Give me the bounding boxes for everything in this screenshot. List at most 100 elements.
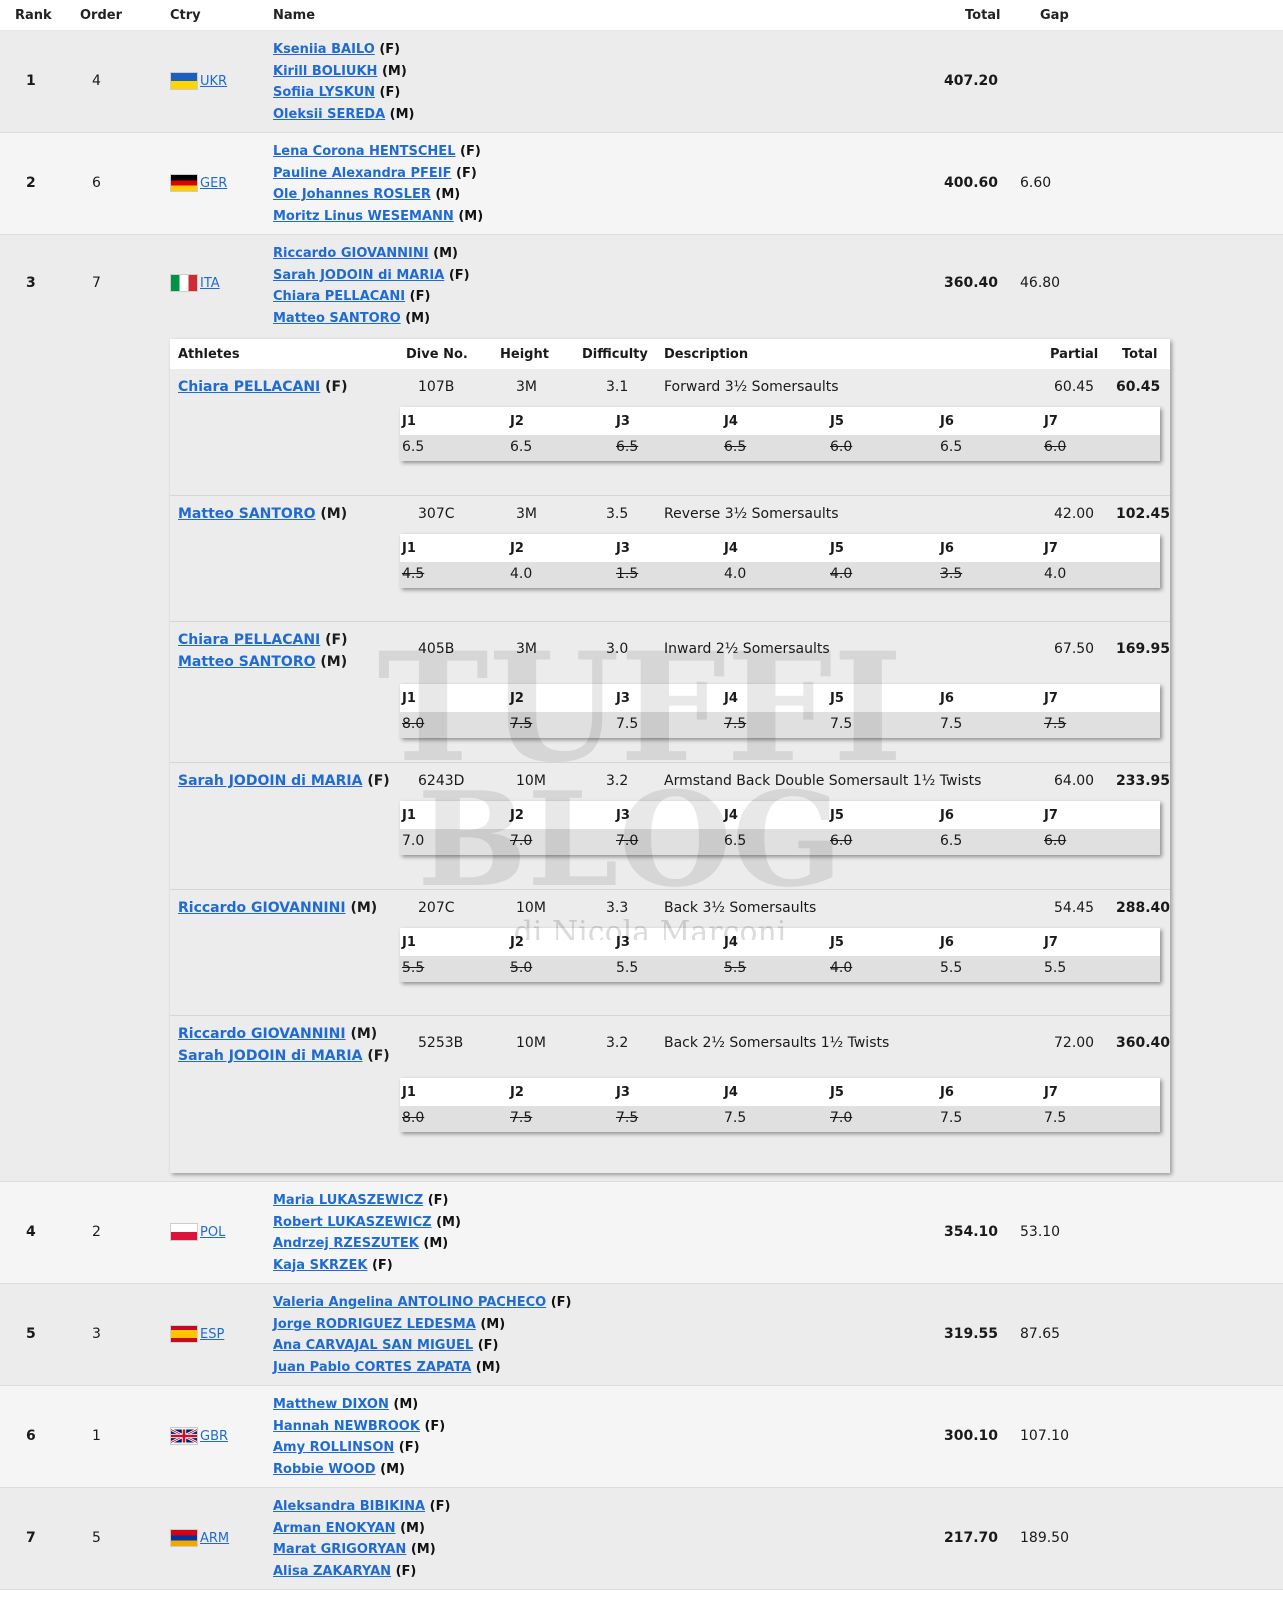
header-total: Total [965,8,1001,23]
athlete-gender: (M) [435,187,461,202]
athlete-link[interactable]: Chiara PELLACANI [178,632,320,648]
judge-label: J5 [830,691,844,706]
dive-detail-panel: Athletes Dive No. Height Difficulty Descript… [170,339,1170,1173]
country-link[interactable]: POL [200,1225,225,1240]
dive-difficulty: 3.5 [606,506,629,522]
total-value: 407.20 [943,73,998,89]
header-order: Order [80,8,122,23]
team-row[interactable]: 1 4 UKR Kseniia BAILO (F) Kirill BOLIUKH (M)… [0,31,1283,133]
athlete-gender: (M) [400,1520,425,1536]
athlete-link[interactable]: Kaja SKRZEK [273,1258,367,1273]
order-value: 7 [92,275,101,291]
athlete-link[interactable]: Matteo SANTORO [178,506,316,522]
athlete-link[interactable]: Matthew DIXON [273,1397,389,1412]
athlete-link[interactable]: Pauline Alexandra PFEIF [273,166,451,181]
dive-number: 6243D [418,773,465,789]
athlete-link[interactable]: Arman ENOKYAN [273,1521,396,1536]
athlete-link[interactable]: Amy ROLLINSON [273,1440,394,1455]
country-link[interactable]: UKR [200,74,227,89]
athlete-link[interactable]: Chiara PELLACANI [273,289,405,304]
dive-partial: 67.50 [1054,641,1095,657]
athlete-link[interactable]: Chiara PELLACANI [178,379,320,395]
detail-header-partial: Partial [1050,347,1099,362]
judge-label: J3 [616,541,630,556]
dive-row: Chiara PELLACANI (F) 107B 3M 3.1 Forward 3½ … [170,369,1170,496]
country-link[interactable]: ITA [200,276,220,291]
athlete-link[interactable]: Valeria Angelina ANTOLINO PACHECO [273,1295,546,1310]
athlete-link[interactable]: Matteo SANTORO [178,654,316,670]
athlete-link[interactable]: Matteo SANTORO [273,311,401,326]
athlete-gender: (M) [405,310,431,326]
dive-detail-header: Athletes Dive No. Height Difficulty Descript… [170,339,1170,369]
judge-score: 6.0 [1044,439,1067,455]
country-link[interactable]: ARM [200,1531,229,1546]
athlete-gender: (F) [460,144,481,159]
athlete-entry: Ole Johannes ROSLER (M) [273,184,483,206]
judge-scores: J1 5.5 J2 5.0 J3 5.5 J4 5.5 J5 4.0 J6 5.5 J7 5.5 [400,928,1160,982]
athlete-link[interactable]: Alisa ZAKARYAN [273,1564,391,1579]
country-link[interactable]: ESP [200,1327,224,1342]
athlete-link[interactable]: Andrzej RZESZUTEK [273,1236,419,1251]
team-row[interactable]: 5 3 ESP Valeria Angelina ANTOLINO PACHECO (… [0,1284,1283,1386]
athlete-link[interactable]: Sarah JODOIN di MARIA [273,268,444,283]
athlete-link[interactable]: Sarah JODOIN di MARIA [178,773,362,789]
country-link[interactable]: GBR [200,1429,228,1444]
athlete-entry: Chiara PELLACANI (F) [178,377,348,399]
judge-label: J3 [616,414,630,429]
athlete-link[interactable]: Jorge RODRIGUEZ LEDESMA [273,1317,476,1332]
athlete-link[interactable]: Robert LUKASZEWICZ [273,1215,432,1230]
judge-score: 6.5 [402,439,425,455]
detail-header-athletes: Athletes [178,347,240,362]
athlete-link[interactable]: Lena Corona HENTSCHEL [273,144,455,159]
judge-score: 5.5 [402,960,425,976]
team-row[interactable]: 7 5 ARM Aleksandra BIBIKINA (F) Arman ENOKYA… [0,1488,1283,1590]
judge-score: 4.5 [402,566,425,582]
athlete-gender: (M) [436,1214,461,1230]
dive-row: Chiara PELLACANI (F) Matteo SANTORO (M) 40… [170,622,1170,763]
athlete-link[interactable]: Riccardo GIOVANNINI [273,246,429,261]
team-athletes: Riccardo GIOVANNINI (M) Sarah JODOIN di M… [273,243,470,329]
athlete-link[interactable]: Juan Pablo CORTES ZAPATA [273,1360,471,1375]
athlete-gender: (F) [427,1193,449,1208]
judge-score: 6.5 [940,439,963,455]
judge-scores: J1 6.5 J2 6.5 J3 6.5 J4 6.5 J5 6.0 J6 6.5 J7 6.0 [400,407,1160,461]
total-value: 400.60 [943,175,998,191]
judge-score: 4.0 [830,566,853,582]
athlete-link[interactable]: Kirill BOLIUKH [273,64,377,79]
dive-number: 405B [418,641,455,657]
athlete-link[interactable]: Robbie WOOD [273,1462,376,1477]
country-cell: ITA [170,274,220,292]
athlete-link[interactable]: Kseniia BAILO [273,42,375,57]
order-value: 4 [92,73,101,89]
athlete-link[interactable]: Riccardo GIOVANNINI [178,900,346,916]
judge-score: 7.0 [616,833,639,849]
athlete-entry: Robbie WOOD (M) [273,1459,445,1481]
athlete-entry: Andrzej RZESZUTEK (M) [273,1233,461,1255]
country-link[interactable]: GER [200,176,227,191]
dive-row: Riccardo GIOVANNINI (M) Sarah JODOIN di M… [170,1016,1170,1164]
athlete-entry: Kaja SKRZEK (F) [273,1255,461,1277]
athlete-link[interactable]: Sarah JODOIN di MARIA [178,1048,362,1064]
team-row[interactable]: 3 7 ITA Riccardo GIOVANNINI (M) Sarah JODOIN… [0,235,1283,1182]
athlete-entry: Alisa ZAKARYAN (F) [273,1561,450,1583]
team-row[interactable]: 2 6 GER Lena Corona HENTSCHEL (F) Pauline Al… [0,133,1283,235]
athlete-link[interactable]: Aleksandra BIBIKINA [273,1499,425,1514]
judge-score: 4.0 [830,960,853,976]
athlete-link[interactable]: Moritz Linus WESEMANN [273,209,454,224]
athlete-gender: (F) [371,1257,393,1273]
team-row[interactable]: 4 2 POL Maria LUKASZEWICZ (F) Robert LUKASZE… [0,1182,1283,1284]
athlete-link[interactable]: Ana CARVAJAL SAN MIGUEL [273,1338,473,1353]
athlete-link[interactable]: Riccardo GIOVANNINI [178,1026,346,1042]
flag-icon [170,1427,198,1445]
athlete-link[interactable]: Maria LUKASZEWICZ [273,1193,423,1208]
judge-score: 7.5 [724,1110,747,1126]
athlete-entry: Chiara PELLACANI (F) [178,630,348,652]
athlete-link[interactable]: Ole Johannes ROSLER [273,187,431,202]
athlete-link[interactable]: Sofiia LYSKUN [273,85,375,100]
athlete-link[interactable]: Hannah NEWBROOK [273,1419,420,1434]
judge-label: J2 [510,935,524,950]
team-row[interactable]: 6 1 GBR Matthew DIXON (M) Hannah NEWBROOK (F… [0,1386,1283,1488]
judge-score: 8.0 [402,1110,425,1126]
athlete-link[interactable]: Marat GRIGORYAN [273,1542,406,1557]
athlete-link[interactable]: Oleksii SEREDA [273,107,385,122]
